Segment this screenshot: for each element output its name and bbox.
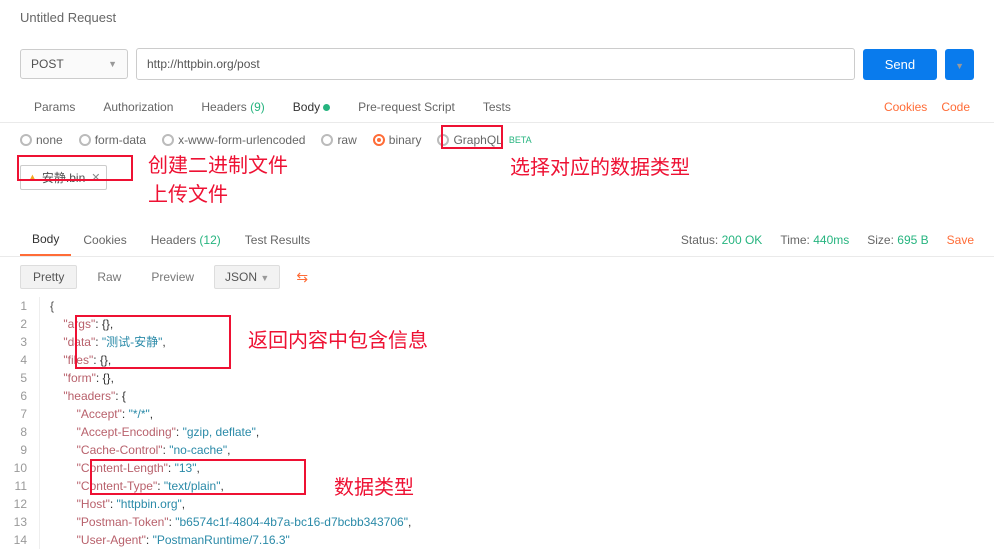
chevron-down-icon: ▼	[955, 61, 964, 71]
tab-authorization[interactable]: Authorization	[89, 92, 187, 122]
resp-tab-body[interactable]: Body	[20, 224, 71, 256]
time-label: Time: 440ms	[780, 233, 849, 247]
wrap-icon[interactable]: ⇆	[290, 267, 314, 288]
tab-tests[interactable]: Tests	[469, 92, 525, 122]
radio-icon	[437, 134, 449, 146]
radio-icon	[162, 134, 174, 146]
code-link[interactable]: Code	[941, 100, 970, 114]
dot-icon	[323, 104, 330, 111]
method-dropdown[interactable]: POST ▼	[20, 49, 128, 79]
file-name: 安静.bin	[42, 169, 85, 186]
cookies-link[interactable]: Cookies	[884, 100, 927, 114]
view-raw[interactable]: Raw	[87, 266, 131, 288]
radio-raw[interactable]: raw	[321, 133, 356, 147]
send-dropdown[interactable]: ▼	[945, 49, 974, 80]
radio-graphql[interactable]: GraphQLBETA	[437, 133, 531, 147]
tab-body[interactable]: Body	[279, 92, 344, 122]
view-pretty[interactable]: Pretty	[20, 265, 77, 289]
radio-none[interactable]: none	[20, 133, 63, 147]
radio-icon	[79, 134, 91, 146]
radio-urlencoded[interactable]: x-www-form-urlencoded	[162, 133, 305, 147]
radio-icon	[321, 134, 333, 146]
size-label: Size: 695 B	[867, 233, 928, 247]
save-response[interactable]: Save	[947, 233, 974, 247]
resp-tab-testresults[interactable]: Test Results	[233, 225, 322, 255]
tab-params[interactable]: Params	[20, 92, 89, 122]
format-select[interactable]: JSON ▼	[214, 265, 280, 289]
radio-icon	[20, 134, 32, 146]
file-chip[interactable]: ▲ 安静.bin ✕	[20, 165, 107, 190]
radio-binary[interactable]: binary	[373, 133, 422, 147]
tab-headers[interactable]: Headers (9)	[187, 92, 278, 122]
close-icon[interactable]: ✕	[91, 171, 100, 184]
warning-icon: ▲	[27, 172, 38, 184]
chevron-down-icon: ▼	[260, 273, 269, 283]
resp-tab-cookies[interactable]: Cookies	[71, 225, 138, 255]
url-input[interactable]	[136, 48, 855, 80]
radio-formdata[interactable]: form-data	[79, 133, 146, 147]
chevron-down-icon: ▼	[108, 59, 117, 69]
send-button[interactable]: Send	[863, 49, 937, 80]
annotation-upload: 创建二进制文件 上传文件	[148, 149, 288, 207]
resp-tab-headers[interactable]: Headers (12)	[139, 225, 233, 255]
view-preview[interactable]: Preview	[141, 266, 204, 288]
request-title: Untitled Request	[20, 10, 116, 25]
response-body[interactable]: 1{2 "args": {},3 "data": "测试-安静",4 "file…	[0, 297, 994, 559]
radio-icon	[373, 134, 385, 146]
status-label: Status: 200 OK	[681, 233, 762, 247]
tab-prerequest[interactable]: Pre-request Script	[344, 92, 469, 122]
method-label: POST	[31, 57, 64, 71]
